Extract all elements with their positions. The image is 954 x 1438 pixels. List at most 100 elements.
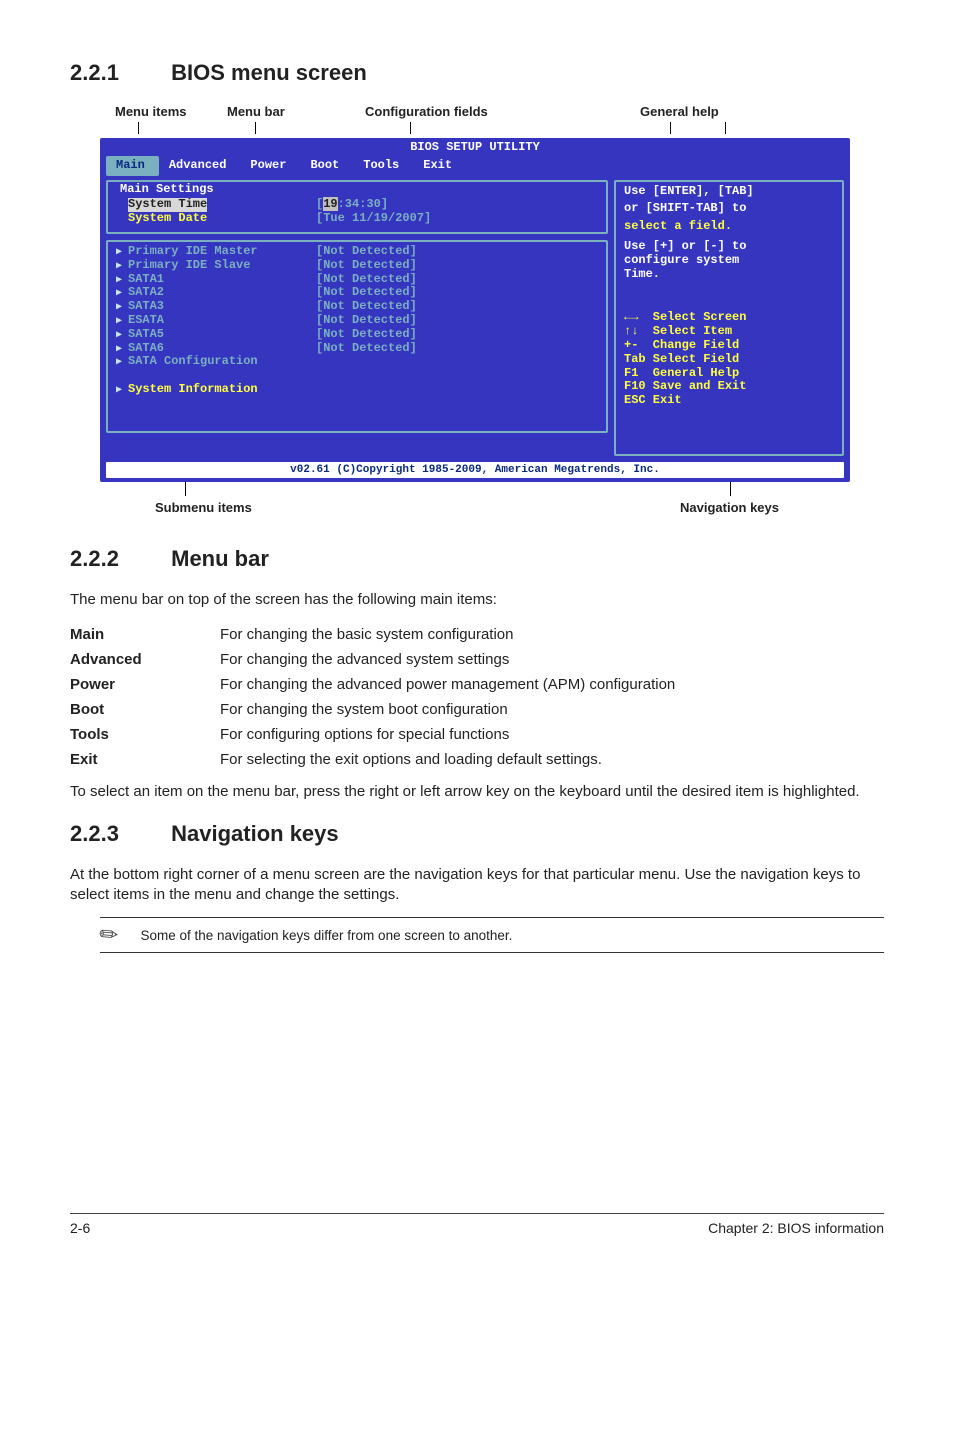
def-key: Exit: [70, 747, 220, 772]
sata5-value: [Not Detected]: [316, 327, 417, 341]
help-mid-line3: Time.: [624, 268, 834, 282]
pis-value: [Not Detected]: [316, 258, 417, 272]
row-primary-ide-master[interactable]: Primary IDE Master [Not Detected]: [116, 245, 598, 259]
section-223-num: 2.2.3: [70, 821, 165, 847]
tick: [670, 122, 671, 134]
arrow-icon: [116, 286, 128, 300]
esata-label: ESATA: [128, 314, 164, 328]
sata6-label: SATA6: [128, 342, 164, 356]
row-sata-config[interactable]: SATA Configuration: [116, 355, 598, 369]
row-sata5[interactable]: SATA5 [Not Detected]: [116, 328, 598, 342]
sata1-label: SATA1: [128, 273, 164, 287]
tick: [725, 122, 726, 134]
row-sata6[interactable]: SATA6 [Not Detected]: [116, 342, 598, 356]
def-val: For changing the advanced system setting…: [220, 647, 675, 672]
nav-line: Tab Select Field: [624, 353, 834, 367]
sata2-value: [Not Detected]: [316, 285, 417, 299]
row-primary-ide-slave[interactable]: Primary IDE Slave [Not Detected]: [116, 259, 598, 273]
row-esata[interactable]: ESATA [Not Detected]: [116, 314, 598, 328]
section-221-title: BIOS menu screen: [171, 60, 367, 85]
def-val: For configuring options for special func…: [220, 722, 675, 747]
help-top-line1: Use [ENTER], [TAB]: [624, 185, 834, 199]
nav-line: +- Change Field: [624, 339, 834, 353]
sata-config-label: SATA Configuration: [128, 355, 258, 369]
section-222-num: 2.2.2: [70, 546, 165, 572]
bios-devices-box: Primary IDE Master [Not Detected] Primar…: [106, 240, 608, 433]
arrow-icon: [116, 300, 128, 314]
help-mid-line1: Use [+] or [-] to: [624, 240, 834, 254]
section-223-title: Navigation keys: [171, 821, 339, 846]
table-row: ExitFor selecting the exit options and l…: [70, 747, 675, 772]
label-submenu-items: Submenu items: [155, 500, 252, 515]
system-date-label: System Date: [128, 212, 207, 226]
arrow-icon: [116, 328, 128, 342]
nav-line: ↑↓ Select Item: [624, 325, 834, 339]
section-221-heading: 2.2.1 BIOS menu screen: [70, 60, 884, 86]
def-val: For changing the advanced power manageme…: [220, 672, 675, 697]
tick: [730, 482, 731, 496]
row-sata2[interactable]: SATA2 [Not Detected]: [116, 286, 598, 300]
label-menu-bar: Menu bar: [227, 104, 285, 119]
table-row: MainFor changing the basic system config…: [70, 622, 675, 647]
esata-value: [Not Detected]: [316, 313, 417, 327]
menu-power[interactable]: Power: [240, 156, 300, 176]
menu-exit[interactable]: Exit: [413, 156, 466, 176]
menu-advanced[interactable]: Advanced: [159, 156, 241, 176]
arrow-icon: [116, 342, 128, 356]
def-key: Main: [70, 622, 220, 647]
def-val: For changing the basic system configurat…: [220, 622, 675, 647]
table-row: AdvancedFor changing the advanced system…: [70, 647, 675, 672]
arrow-icon: [116, 314, 128, 328]
arrow-icon: [116, 259, 128, 273]
tick: [255, 122, 256, 134]
row-sata3[interactable]: SATA3 [Not Detected]: [116, 300, 598, 314]
tick: [138, 122, 139, 134]
main-settings-title: Main Settings: [120, 182, 214, 196]
nav-line: ESC Exit: [624, 394, 834, 408]
top-callout-labels: Menu items Menu bar Configuration fields…: [100, 104, 850, 138]
menu-main[interactable]: Main: [106, 156, 159, 176]
row-sata1[interactable]: SATA1 [Not Detected]: [116, 273, 598, 287]
help-mid-line2: configure system: [624, 254, 834, 268]
def-val: For selecting the exit options and loadi…: [220, 747, 675, 772]
section-221-num: 2.2.1: [70, 60, 165, 86]
def-key: Power: [70, 672, 220, 697]
system-time-hours[interactable]: 19: [323, 197, 337, 211]
table-row: ToolsFor configuring options for special…: [70, 722, 675, 747]
label-navigation-keys: Navigation keys: [680, 500, 779, 515]
footer-chapter: Chapter 2: BIOS information: [708, 1220, 884, 1236]
row-system-information[interactable]: System Information: [116, 383, 598, 397]
section-222-title: Menu bar: [171, 546, 269, 571]
pencil-icon: ✎: [94, 919, 125, 951]
arrow-icon: [116, 383, 128, 397]
nav-line: F10 Save and Exit: [624, 380, 834, 394]
menu-definitions-table: MainFor changing the basic system config…: [70, 622, 675, 772]
note-text: Some of the navigation keys differ from …: [140, 928, 512, 943]
system-time-rest: :34:30]: [338, 197, 388, 211]
bios-menu-bar: Main Advanced Power Boot Tools Exit: [100, 156, 850, 180]
label-config-fields: Configuration fields: [365, 104, 488, 119]
def-key: Tools: [70, 722, 220, 747]
arrow-icon: [116, 245, 128, 259]
row-system-date[interactable]: System Date [Tue 11/19/2007]: [116, 212, 598, 226]
menu-boot[interactable]: Boot: [300, 156, 353, 176]
page-footer: 2-6 Chapter 2: BIOS information: [70, 1213, 884, 1236]
system-time-label: System Time: [128, 198, 207, 212]
sata3-value: [Not Detected]: [316, 299, 417, 313]
pim-value: [Not Detected]: [316, 244, 417, 258]
def-key: Boot: [70, 697, 220, 722]
help-top-line2: or [SHIFT-TAB] to: [624, 202, 834, 216]
note-row: ✎ Some of the navigation keys differ fro…: [100, 917, 884, 953]
row-system-time[interactable]: System Time [19:34:30]: [116, 198, 598, 212]
bottom-callout-labels: Submenu items Navigation keys: [100, 482, 850, 528]
sata2-label: SATA2: [128, 286, 164, 300]
bios-help-box: Use [ENTER], [TAB] or [SHIFT-TAB] to sel…: [614, 180, 844, 456]
s223-body: At the bottom right corner of a menu scr…: [70, 865, 884, 906]
tick: [185, 482, 186, 496]
footer-page-number: 2-6: [70, 1220, 90, 1236]
s222-intro: The menu bar on top of the screen has th…: [70, 590, 884, 610]
pim-label: Primary IDE Master: [128, 245, 258, 259]
menu-tools[interactable]: Tools: [353, 156, 413, 176]
section-222-heading: 2.2.2 Menu bar: [70, 546, 884, 572]
s222-outro: To select an item on the menu bar, press…: [70, 782, 884, 802]
